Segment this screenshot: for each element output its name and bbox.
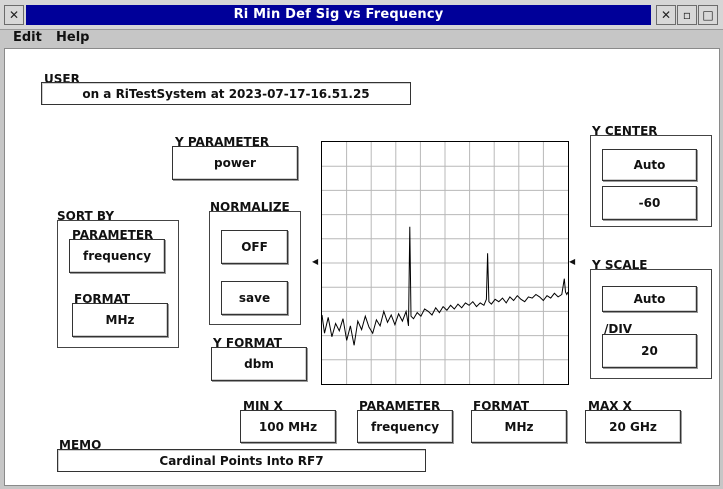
max-x-button[interactable]: 20 GHz — [585, 410, 681, 443]
main-panel: USER on a RiTestSystem at 2023-07-17-16.… — [4, 48, 720, 486]
min-x-button[interactable]: 100 MHz — [240, 410, 336, 443]
sort-parameter-button[interactable]: frequency — [69, 239, 165, 273]
sort-format-button[interactable]: MHz — [72, 303, 168, 337]
x-format-button[interactable]: MHz — [471, 410, 567, 443]
menu-help[interactable]: Help — [56, 30, 89, 45]
normalize-toggle-button[interactable]: OFF — [221, 230, 288, 264]
y-center-value-button[interactable]: -60 — [602, 186, 697, 220]
y-format-button[interactable]: dbm — [211, 347, 307, 381]
x-parameter-button[interactable]: frequency — [357, 410, 453, 443]
left-center-marker-icon: ◀ — [312, 257, 319, 266]
user-field[interactable]: on a RiTestSystem at 2023-07-17-16.51.25 — [41, 82, 411, 105]
minimize-icon[interactable]: ▫ — [677, 5, 697, 25]
y-scale-div-button[interactable]: 20 — [602, 334, 697, 368]
menu-bar: Edit Help — [0, 30, 723, 48]
right-center-marker-icon: ◀ — [569, 257, 576, 266]
title-bar: ✕ Ri Min Def Sig vs Frequency ✕ ▫ □ — [0, 0, 723, 30]
maximize-icon[interactable]: □ — [698, 5, 718, 25]
menu-edit[interactable]: Edit — [13, 30, 42, 45]
normalize-save-button[interactable]: save — [221, 281, 288, 315]
power-vs-frequency-chart — [321, 142, 569, 384]
plot-area[interactable] — [321, 141, 569, 385]
y-parameter-button[interactable]: power — [172, 146, 298, 180]
memo-field[interactable]: Cardinal Points Into RF7 — [57, 449, 426, 472]
y-center-auto-button[interactable]: Auto — [602, 149, 697, 181]
close-x-icon[interactable]: ✕ — [656, 5, 676, 25]
close-x-icon[interactable]: ✕ — [4, 5, 24, 25]
window-title: Ri Min Def Sig vs Frequency — [26, 5, 651, 25]
y-scale-auto-button[interactable]: Auto — [602, 286, 697, 312]
